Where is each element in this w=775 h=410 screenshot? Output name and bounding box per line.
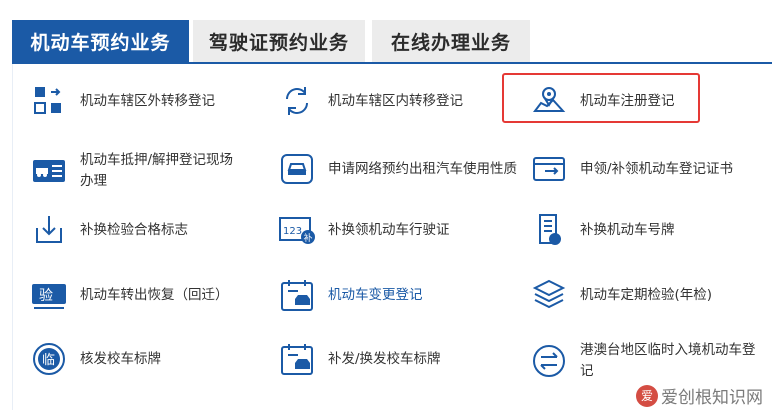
service-label: 补发/换发校车标牌 xyxy=(328,350,441,367)
service-item-ride-hailing[interactable]: 申请网络预约出租汽车使用性质 xyxy=(278,150,518,188)
service-item-certificate[interactable]: 申领/补领机动车登记证书 xyxy=(530,150,760,188)
svg-text:123: 123 xyxy=(283,226,302,237)
refresh-icon xyxy=(278,82,316,120)
watermark: 爱 爱创根知识网 xyxy=(636,383,763,408)
service-label: 补换检验合格标志 xyxy=(80,221,188,238)
service-item-restore[interactable]: 验 机动车转出恢复（回迁） xyxy=(30,276,255,314)
id-card-icon xyxy=(30,152,68,190)
service-label: 机动车变更登记 xyxy=(328,286,423,303)
transfer-out-icon xyxy=(30,82,68,120)
car-icon xyxy=(278,150,316,188)
service-item-change[interactable]: 机动车变更登记 xyxy=(278,276,503,314)
license-card-icon: 123 补 xyxy=(278,211,316,249)
service-label: 补换机动车号牌 xyxy=(580,221,675,238)
layers-icon xyxy=(530,276,568,314)
service-item-transfer-out[interactable]: 机动车辖区外转移登记 xyxy=(30,82,255,120)
service-item-school-bus-reissue[interactable]: 补发/换发校车标牌 xyxy=(278,340,503,378)
swap-icon xyxy=(530,342,568,380)
svg-text:补: 补 xyxy=(304,232,313,244)
service-label: 申领/补领机动车登记证书 xyxy=(580,160,734,177)
service-item-temporary-entry[interactable]: 港澳台地区临时入境机动车登记 xyxy=(530,340,765,382)
calendar-car-icon xyxy=(278,276,316,314)
service-label: 核发校车标牌 xyxy=(80,350,161,367)
service-item-inspection-mark[interactable]: 补换检验合格标志 xyxy=(30,211,255,249)
download-icon xyxy=(30,211,68,249)
service-label: 机动车定期检验(年检) xyxy=(580,286,713,303)
service-item-mortgage[interactable]: 机动车抵押/解押登记现场办理 xyxy=(30,150,255,192)
highlight-box xyxy=(502,73,700,123)
svg-text:验: 验 xyxy=(39,288,53,304)
service-item-transfer-in[interactable]: 机动车辖区内转移登记 xyxy=(278,82,503,120)
service-label: 机动车抵押/解押登记现场办理 xyxy=(80,152,234,189)
circle-badge-icon: 临 xyxy=(30,340,68,378)
tab-online-service[interactable]: 在线办理业务 xyxy=(372,20,530,62)
verify-badge-icon: 验 xyxy=(30,276,68,314)
service-item-plate[interactable]: 补换机动车号牌 xyxy=(530,211,755,249)
tab-bar: 机动车预约业务 驾驶证预约业务 在线办理业务 xyxy=(0,0,775,66)
tab-label: 机动车预约业务 xyxy=(30,31,171,54)
tab-label: 在线办理业务 xyxy=(390,31,511,54)
service-item-school-bus-sign[interactable]: 临 核发校车标牌 xyxy=(30,340,255,378)
tab-label: 驾驶证预约业务 xyxy=(208,31,349,54)
tab-license-appointment[interactable]: 驾驶证预约业务 xyxy=(193,20,365,62)
service-label: 机动车转出恢复（回迁） xyxy=(80,286,229,303)
service-label: 港澳台地区临时入境机动车登记 xyxy=(580,342,756,379)
watermark-text: 爱创根知识网 xyxy=(661,388,763,408)
calendar-bus-icon xyxy=(278,340,316,378)
service-label: 机动车辖区内转移登记 xyxy=(328,92,463,109)
tab-vehicle-appointment[interactable]: 机动车预约业务 xyxy=(12,20,189,62)
watermark-logo: 爱 xyxy=(636,384,658,407)
service-label: 补换领机动车行驶证 xyxy=(328,221,450,238)
certificate-icon xyxy=(530,150,568,188)
service-item-driving-license[interactable]: 123 补 补换领机动车行驶证 xyxy=(278,211,503,249)
service-label: 申请网络预约出租汽车使用性质 xyxy=(328,160,517,177)
service-label: 机动车辖区外转移登记 xyxy=(80,92,215,109)
svg-text:临: 临 xyxy=(42,353,55,368)
plate-document-icon xyxy=(530,211,568,249)
service-item-annual-inspection[interactable]: 机动车定期检验(年检) xyxy=(530,276,755,314)
